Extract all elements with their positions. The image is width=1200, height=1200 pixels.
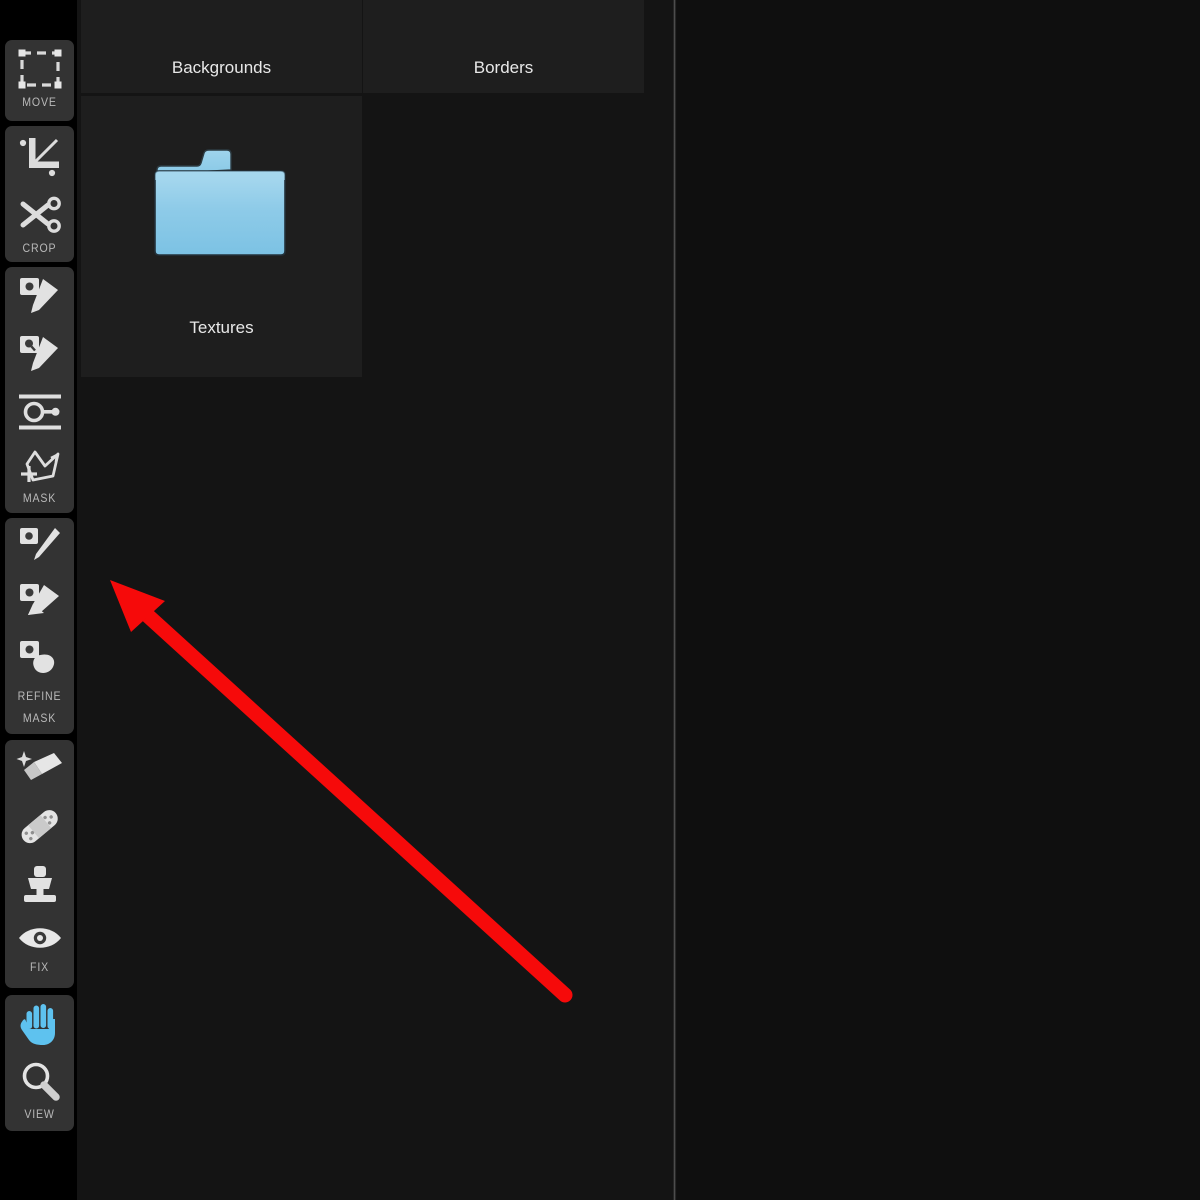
clone-stamp-icon (17, 864, 63, 906)
tile-label-borders: Borders (473, 58, 534, 77)
tile-textures[interactable]: Textures (81, 96, 362, 377)
tool-group-move: MOVE (5, 40, 74, 121)
image-brush-icon (17, 275, 63, 317)
crop-tool[interactable] (5, 126, 74, 186)
levels-slider-icon (17, 392, 63, 432)
tile-backgrounds[interactable]: Backgrounds (81, 0, 362, 93)
image-brush-magnify-icon (17, 333, 63, 375)
canvas-workspace[interactable] (677, 0, 1200, 1200)
crop-icon (17, 134, 63, 178)
polygon-mask-tool[interactable] (5, 441, 74, 493)
gradient-mask-tool[interactable] (5, 383, 74, 441)
tool-group-refine-mask: REFINE MASK (5, 518, 74, 734)
scissors-icon (17, 195, 63, 235)
tile-borders[interactable]: Borders (363, 0, 644, 93)
tool-group-label-refine-1: REFINE (17, 691, 62, 703)
refine-brush-tool[interactable] (5, 518, 74, 574)
app-root: MOVE CROP MASK REFINE MASK FIX VIEW Back… (0, 0, 1200, 1200)
tool-rail: MOVE CROP MASK REFINE MASK FIX VIEW (0, 0, 77, 1200)
tool-group-label-mask: MASK (22, 493, 57, 505)
bandaid-icon (17, 806, 63, 848)
eye-icon (17, 924, 63, 952)
red-eye-tool[interactable] (5, 914, 74, 962)
paint-out-tool[interactable] (5, 325, 74, 383)
tool-group-label-fix: FIX (30, 962, 49, 974)
magic-eraser-icon (16, 748, 64, 790)
tile-label-backgrounds: Backgrounds (171, 58, 272, 77)
folder-thumbnail (81, 96, 362, 318)
tool-group-label-crop: CROP (22, 243, 57, 255)
blemish-remover-tool[interactable] (5, 798, 74, 856)
magic-eraser-tool[interactable] (5, 740, 74, 798)
pan-tool[interactable] (5, 995, 74, 1053)
tool-group-mask: MASK (5, 267, 74, 513)
tool-group-view: VIEW (5, 995, 74, 1131)
hand-icon (17, 1002, 63, 1046)
tool-group-fix: FIX (5, 740, 74, 988)
magnifier-icon (17, 1059, 63, 1103)
move-transform-icon (17, 48, 63, 90)
tool-group-crop: CROP (5, 126, 74, 262)
clone-stamp-tool[interactable] (5, 856, 74, 914)
image-pen-icon (17, 526, 63, 566)
image-eraser-brush-icon (17, 582, 63, 624)
cut-out-tool[interactable] (5, 186, 74, 243)
move-tool[interactable] (5, 40, 74, 97)
tool-group-label-refine-2: MASK (22, 713, 57, 725)
zoom-tool[interactable] (5, 1053, 74, 1109)
refine-feather-tool[interactable] (5, 632, 74, 686)
paint-in-tool[interactable] (5, 267, 74, 325)
refine-eraser-tool[interactable] (5, 574, 74, 632)
image-blur-drop-icon (17, 639, 63, 679)
folder-icon (153, 144, 291, 271)
tool-group-label-view: VIEW (24, 1109, 55, 1121)
tile-label-textures: Textures (189, 318, 254, 337)
tool-group-label-move: MOVE (22, 97, 57, 109)
polygon-add-icon (17, 446, 63, 488)
content-browser-panel: Backgrounds Borders Textures (77, 0, 676, 1200)
panel-resize-divider[interactable] (673, 0, 676, 1200)
